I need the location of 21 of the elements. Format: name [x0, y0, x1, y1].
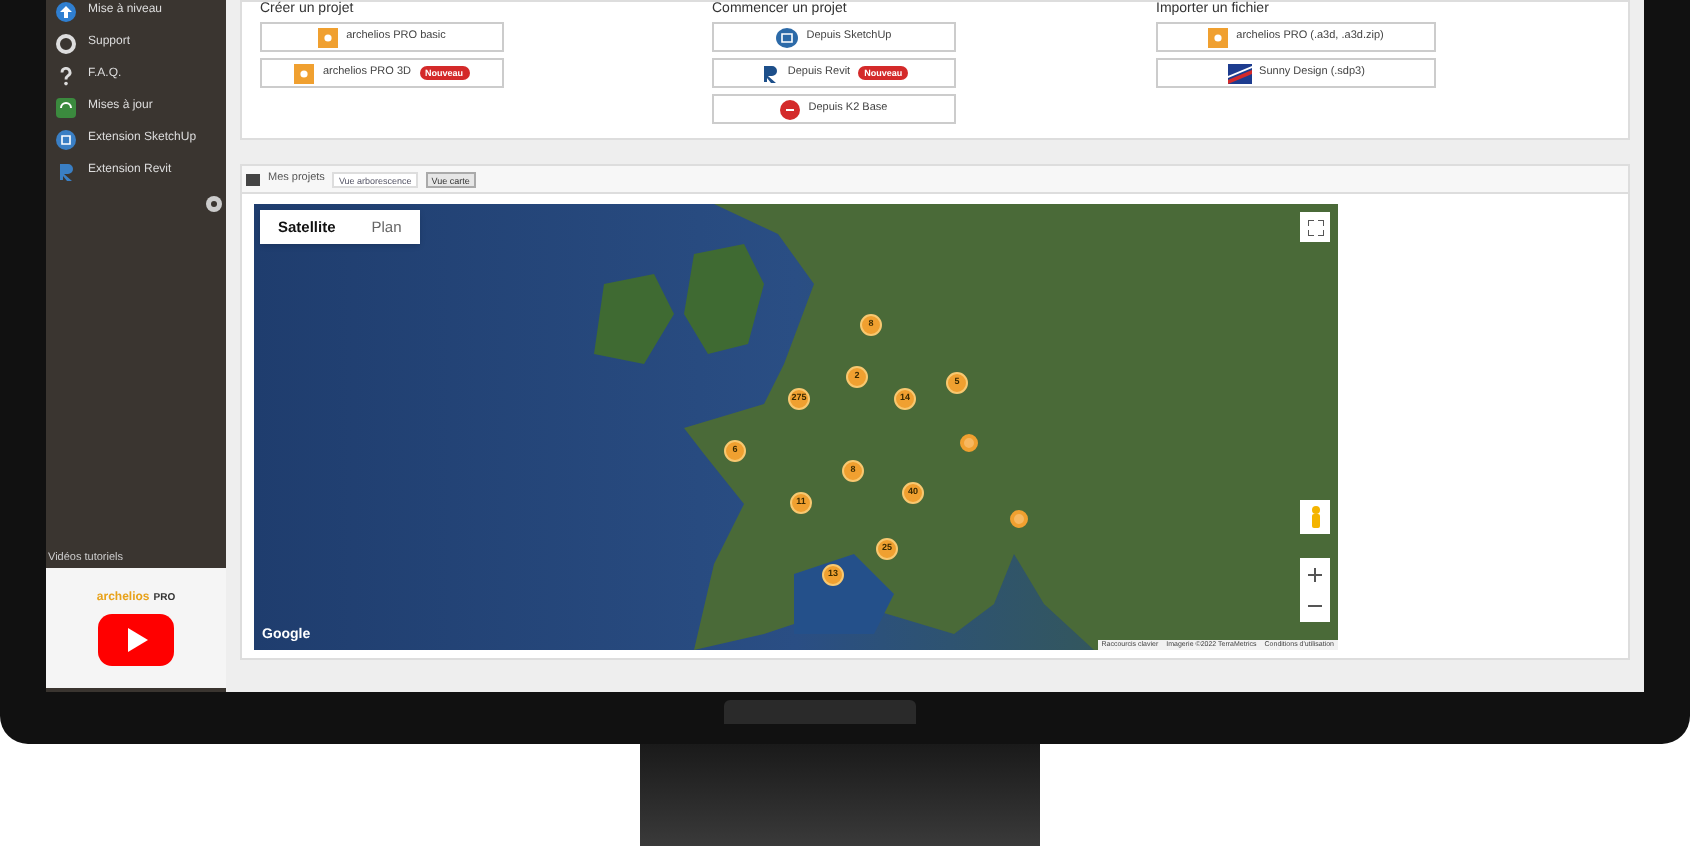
plus-icon: [1308, 567, 1322, 581]
pegman-icon: [1309, 506, 1321, 528]
sun-logo-icon: [1227, 63, 1252, 83]
fullscreen-button[interactable]: [1300, 212, 1330, 242]
list-icon: [246, 173, 260, 185]
gear-icon[interactable]: [204, 194, 224, 214]
lifebuoy-icon: [56, 33, 76, 53]
arrow-up-icon: [56, 1, 76, 21]
expand-icon: [1307, 219, 1323, 235]
sun-tile-icon: [318, 27, 339, 47]
sun-tile-icon: [1208, 27, 1229, 47]
cube-icon: [776, 27, 799, 47]
play-button-icon: [98, 614, 174, 666]
question-icon: [56, 65, 76, 85]
sun-tile-icon: [294, 63, 315, 83]
letter-r-icon: [56, 161, 76, 181]
letter-r-icon: [759, 63, 780, 83]
cube-icon: [56, 129, 76, 149]
refresh-icon: [56, 97, 76, 117]
circle-logo-icon: [780, 99, 801, 119]
minus-icon: [1308, 604, 1322, 608]
